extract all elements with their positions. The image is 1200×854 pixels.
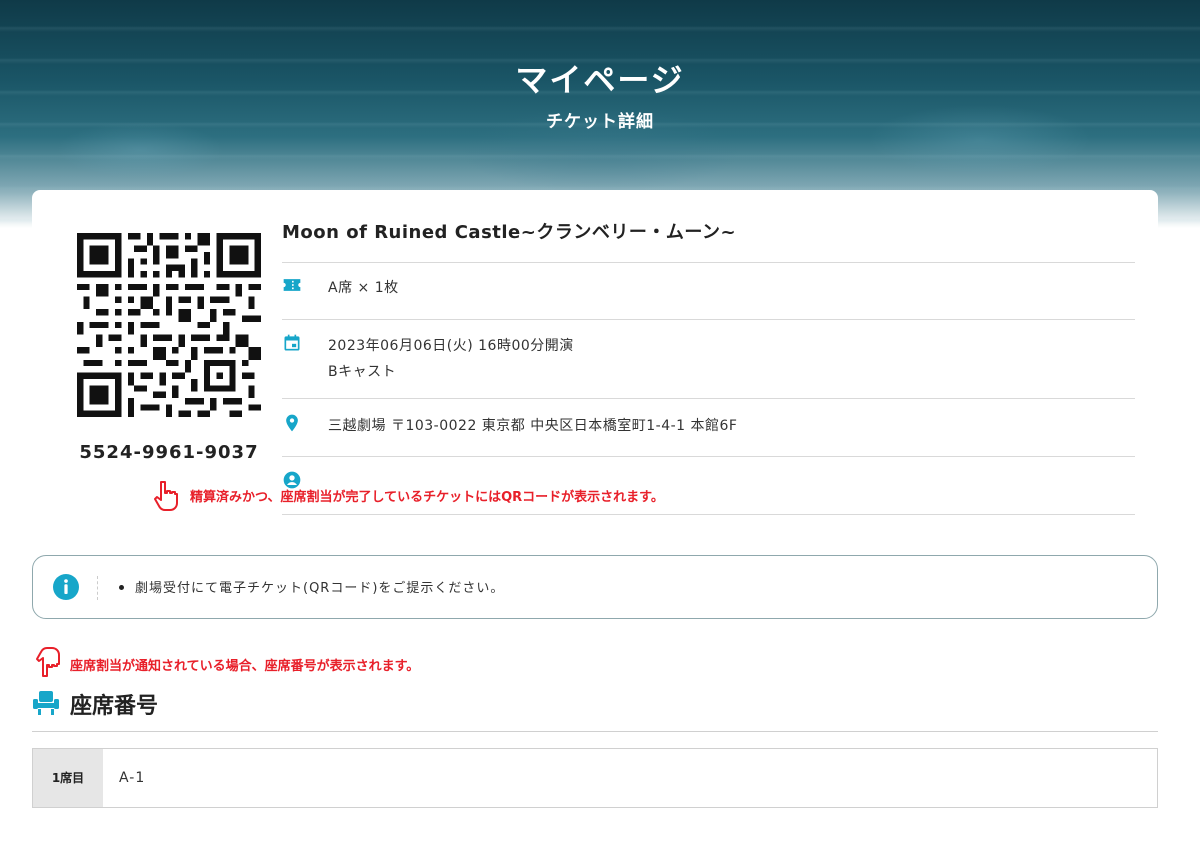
ticket-card: 5524-9961-9037 Moon of Ruined Castle~クラン… <box>32 190 1158 528</box>
cast-text: Bキャスト <box>328 364 397 380</box>
ticket-number: 5524-9961-9037 <box>79 442 259 463</box>
divider <box>282 514 1135 515</box>
info-icon <box>53 574 79 600</box>
info-divider <box>97 576 98 600</box>
venue-text: 三越劇場 〒103-0022 東京都 中央区日本橋室町1-4-1 本館6F <box>328 418 738 434</box>
calendar-icon <box>284 334 300 351</box>
seat-icon <box>33 691 59 715</box>
location-pin-icon <box>286 414 298 432</box>
info-text: 劇場受付にて電子チケット(QRコード)をご提示ください。 <box>135 581 505 596</box>
qr-annotation: 精算済みかつ、座席割当が完了しているチケットにはQRコードが表示されます。 <box>152 480 664 516</box>
seat-type-text: A席 × 1枚 <box>328 280 399 296</box>
seat-annotation-text: 座席割当が通知されている場合、座席番号が表示されます。 <box>70 659 420 674</box>
pointing-down-hand-icon <box>36 647 60 677</box>
seat-row-value: A-1 <box>119 770 146 786</box>
qr-code <box>77 233 261 417</box>
event-title: Moon of Ruined Castle~クランベリー・ムーン~ <box>282 222 737 243</box>
seat-row-label: 1席目 <box>33 749 103 807</box>
ticket-icon <box>283 279 301 291</box>
seat-table: 1席目 A-1 <box>32 748 1158 808</box>
divider <box>282 456 1135 457</box>
page-subtitle: チケット詳細 <box>546 112 654 132</box>
divider <box>32 731 1158 732</box>
info-box: 劇場受付にて電子チケット(QRコード)をご提示ください。 <box>32 555 1158 619</box>
pointing-up-hand-icon <box>154 481 178 511</box>
divider <box>282 319 1135 320</box>
bullet <box>119 585 124 590</box>
qr-annotation-text: 精算済みかつ、座席割当が完了しているチケットにはQRコードが表示されます。 <box>190 490 664 505</box>
seat-annotation: 座席割当が通知されている場合、座席番号が表示されます。 <box>32 644 419 682</box>
divider <box>282 262 1135 263</box>
divider <box>282 398 1135 399</box>
page-title: マイページ <box>515 61 685 99</box>
datetime-text: 2023年06月06日(火) 16時00分開演 <box>328 338 574 354</box>
seat-section-title: 座席番号 <box>70 694 159 719</box>
